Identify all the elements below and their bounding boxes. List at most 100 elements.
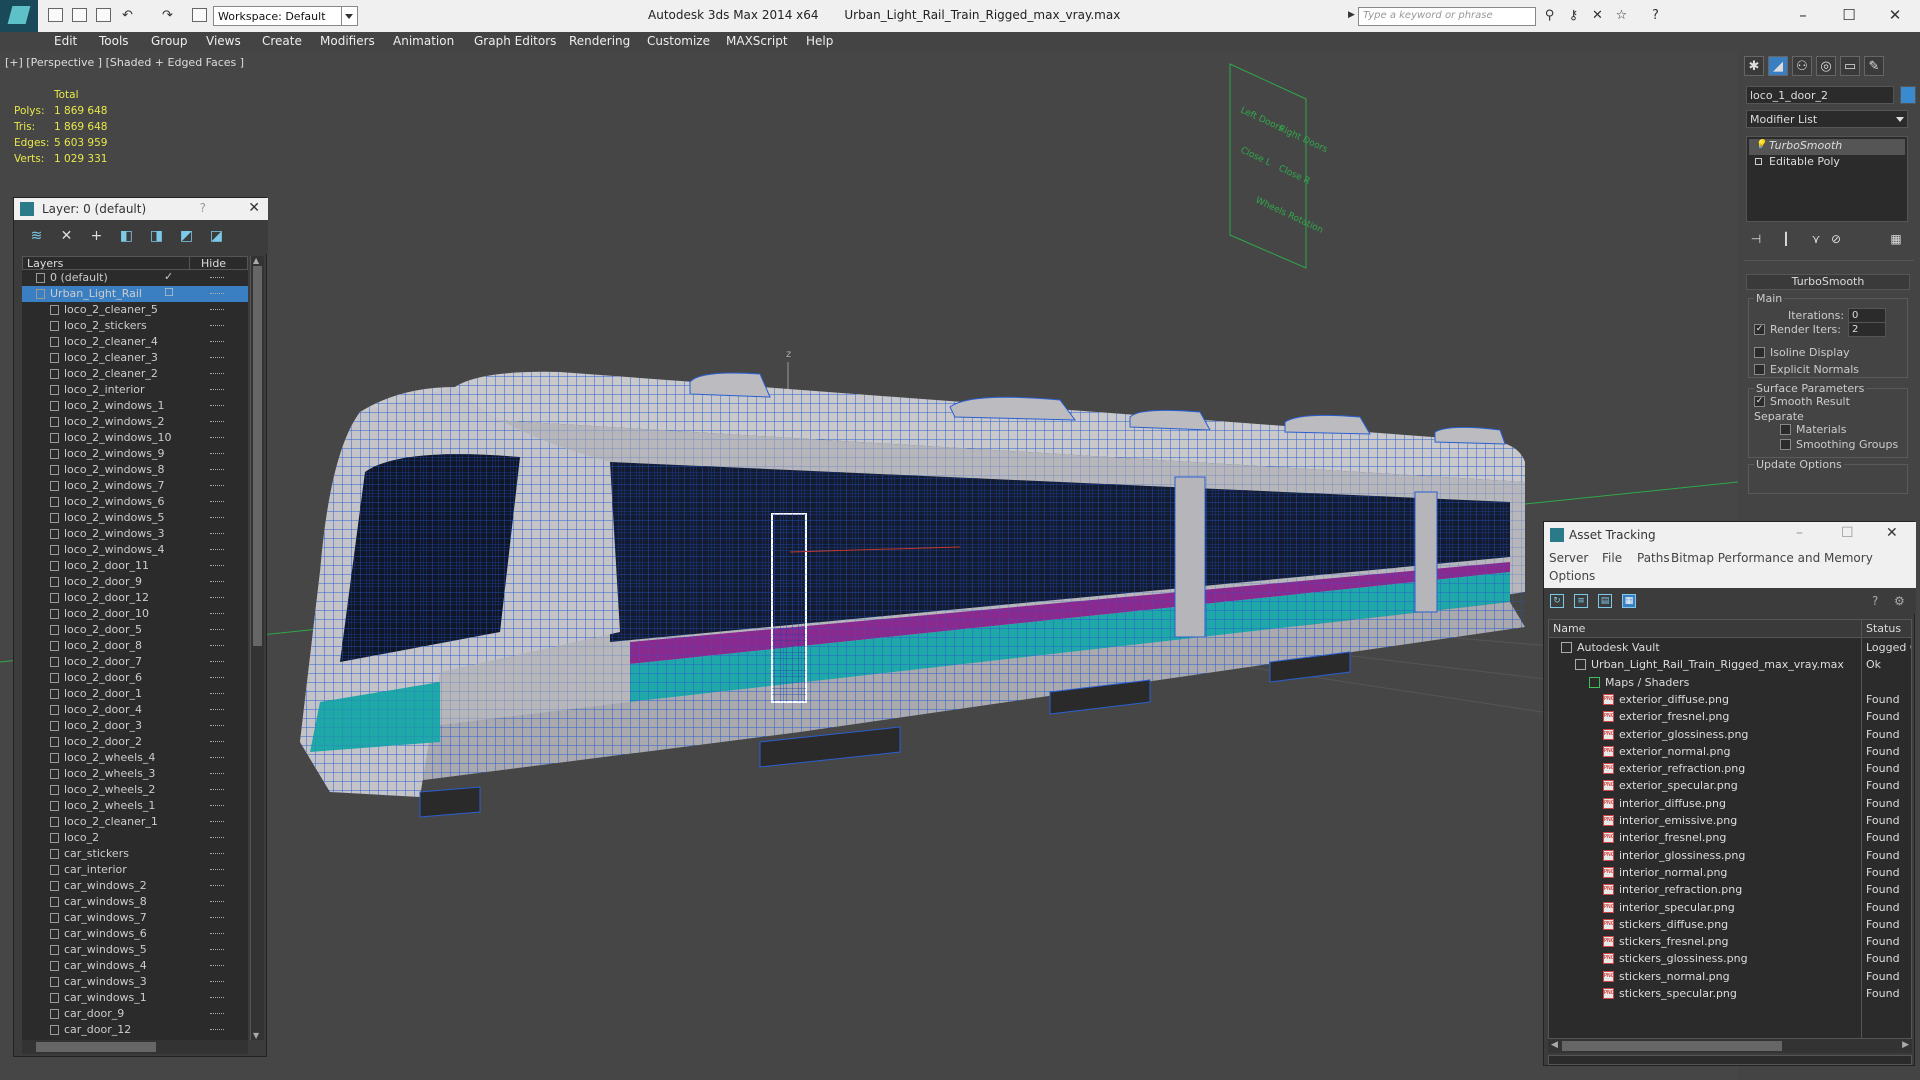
materials-checkbox[interactable]: [1780, 424, 1791, 435]
layer-object-row[interactable]: loco_2_cleaner_4: [22, 334, 248, 350]
control-sign[interactable]: Left Doors Right Doors Close L Close R W…: [1229, 63, 1329, 269]
menu-create[interactable]: Create: [262, 34, 302, 48]
help-icon[interactable]: ?: [1872, 594, 1886, 608]
asset-row[interactable]: PNG stickers_diffuse.png Found: [1549, 916, 1911, 933]
layer-object-row[interactable]: car_stickers: [22, 846, 248, 862]
hide-toggle[interactable]: [210, 837, 224, 839]
menu-options[interactable]: Options: [1549, 569, 1595, 583]
hide-toggle[interactable]: [210, 885, 224, 887]
layer-object-row[interactable]: loco_2_door_6: [22, 670, 248, 686]
hide-toggle[interactable]: [210, 677, 224, 679]
col-hide[interactable]: Hide: [201, 257, 226, 270]
layer-object-row[interactable]: car_door_9: [22, 1006, 248, 1022]
asset-table-hscrollbar[interactable]: ◀ ▶: [1548, 1039, 1912, 1053]
asset-row[interactable]: PNG stickers_specular.png Found: [1549, 985, 1911, 1002]
hide-toggle[interactable]: [210, 821, 224, 823]
object-color-swatch[interactable]: [1900, 86, 1916, 104]
subscription-icon[interactable]: ⚷: [1566, 8, 1581, 23]
hide-toggle[interactable]: [210, 917, 224, 919]
iterations-spinner[interactable]: 0: [1848, 308, 1886, 323]
layer-object-row[interactable]: loco_2_cleaner_3: [22, 350, 248, 366]
create-tab-icon[interactable]: ✱: [1744, 56, 1764, 76]
layer-object-row[interactable]: loco_2_cleaner_2: [22, 366, 248, 382]
col-status[interactable]: Status: [1866, 622, 1901, 635]
menu-file[interactable]: File: [1602, 551, 1622, 565]
hide-toggle[interactable]: [210, 709, 224, 711]
close-icon[interactable]: ✕: [1886, 525, 1898, 541]
maximize-icon[interactable]: ☐: [1841, 525, 1854, 541]
layer-object-row[interactable]: loco_2_door_12: [22, 590, 248, 606]
hide-toggle[interactable]: [210, 325, 224, 327]
modify-tab-icon[interactable]: ◢: [1768, 56, 1788, 76]
turbosmooth-rollout-header[interactable]: TurboSmooth: [1746, 274, 1910, 290]
render-iters-spinner[interactable]: 2: [1848, 322, 1886, 337]
layer-object-row[interactable]: loco_2_door_3: [22, 718, 248, 734]
asset-row[interactable]: PNG exterior_normal.png Found: [1549, 743, 1911, 760]
menu-customize[interactable]: Customize: [647, 34, 710, 48]
layer-object-row[interactable]: loco_2_windows_6: [22, 494, 248, 510]
hide-toggle[interactable]: [210, 389, 224, 391]
pin-stack-icon[interactable]: ⊣: [1748, 232, 1764, 248]
layer-object-row[interactable]: loco_2_wheels_2: [22, 782, 248, 798]
explicit-normals-checkbox[interactable]: [1754, 364, 1765, 375]
close-icon[interactable]: ✕: [1880, 4, 1910, 26]
workspace-dropdown-icon[interactable]: [341, 6, 358, 26]
asset-row[interactable]: Urban_Light_Rail_Train_Rigged_max_vray.m…: [1549, 656, 1911, 673]
hide-toggle[interactable]: [210, 597, 224, 599]
layer-object-row[interactable]: loco_2_door_8: [22, 638, 248, 654]
current-layer-box-icon[interactable]: ☐: [164, 286, 174, 299]
hide-toggle[interactable]: [210, 981, 224, 983]
motion-tab-icon[interactable]: ◎: [1816, 56, 1836, 76]
hide-toggle[interactable]: [210, 357, 224, 359]
hide-toggle[interactable]: [210, 453, 224, 455]
menu-rendering[interactable]: Rendering: [569, 34, 630, 48]
smooth-result-checkbox[interactable]: ✓: [1754, 396, 1765, 407]
show-end-result-icon[interactable]: ┃: [1778, 232, 1794, 248]
layer-row[interactable]: 0 (default) ✓: [22, 270, 248, 286]
layer-object-row[interactable]: loco_2_door_2: [22, 734, 248, 750]
layer-object-row[interactable]: car_windows_4: [22, 958, 248, 974]
asset-row[interactable]: PNG interior_normal.png Found: [1549, 864, 1911, 881]
hide-toggle[interactable]: [210, 485, 224, 487]
layer-object-row[interactable]: loco_2_windows_4: [22, 542, 248, 558]
hide-toggle[interactable]: [210, 405, 224, 407]
delete-layer-icon[interactable]: ✕: [58, 229, 75, 244]
hierarchy-tab-icon[interactable]: ⚇: [1792, 56, 1812, 76]
layer-object-row[interactable]: loco_2_cleaner_5: [22, 302, 248, 318]
stack-item-editable-poly[interactable]: Editable Poly: [1749, 155, 1905, 171]
asset-row[interactable]: PNG exterior_glossiness.png Found: [1549, 726, 1911, 743]
maximize-icon[interactable]: ☐: [1834, 4, 1864, 26]
expand-icon[interactable]: [1755, 158, 1762, 165]
asset-row[interactable]: PNG exterior_fresnel.png Found: [1549, 708, 1911, 725]
hide-toggle[interactable]: [210, 693, 224, 695]
layer-object-row[interactable]: loco_2_door_1: [22, 686, 248, 702]
hide-toggle[interactable]: [210, 1013, 224, 1015]
asset-row[interactable]: PNG interior_specular.png Found: [1549, 899, 1911, 916]
hide-toggle[interactable]: [210, 629, 224, 631]
layer-object-row[interactable]: loco_2_door_4: [22, 702, 248, 718]
select-in-layer-icon[interactable]: ◧: [118, 229, 135, 244]
menu-modifiers[interactable]: Modifiers: [320, 34, 375, 48]
hide-toggle[interactable]: [210, 853, 224, 855]
layer-object-row[interactable]: loco_2_windows_5: [22, 510, 248, 526]
layer-object-row[interactable]: loco_2_stickers: [22, 318, 248, 334]
layer-object-row[interactable]: loco_2_windows_9: [22, 446, 248, 462]
project-folder-icon[interactable]: [192, 8, 207, 22]
asset-tracking-titlebar[interactable]: Asset Tracking – ☐ ✕: [1544, 522, 1916, 548]
new-file-icon[interactable]: [48, 8, 63, 22]
hide-toggle[interactable]: [210, 1029, 224, 1031]
hide-toggle[interactable]: [210, 293, 224, 295]
layer-object-row[interactable]: car_windows_1: [22, 990, 248, 1006]
hide-toggle[interactable]: [210, 997, 224, 999]
layer-row[interactable]: Urban_Light_Rail ☐: [22, 286, 248, 302]
asset-row[interactable]: Autodesk Vault Logged C: [1549, 639, 1911, 656]
favorites-star-icon[interactable]: ☆: [1614, 8, 1629, 23]
save-file-icon[interactable]: [96, 8, 111, 22]
train-model[interactable]: [300, 371, 1525, 818]
modifier-list-dropdown[interactable]: Modifier List: [1746, 110, 1908, 128]
hide-toggle[interactable]: [210, 421, 224, 423]
refresh-icon[interactable]: ↻: [1550, 594, 1564, 608]
hide-toggle[interactable]: [210, 869, 224, 871]
layer-object-row[interactable]: loco_2_interior: [22, 382, 248, 398]
minimize-icon[interactable]: –: [1796, 525, 1803, 541]
